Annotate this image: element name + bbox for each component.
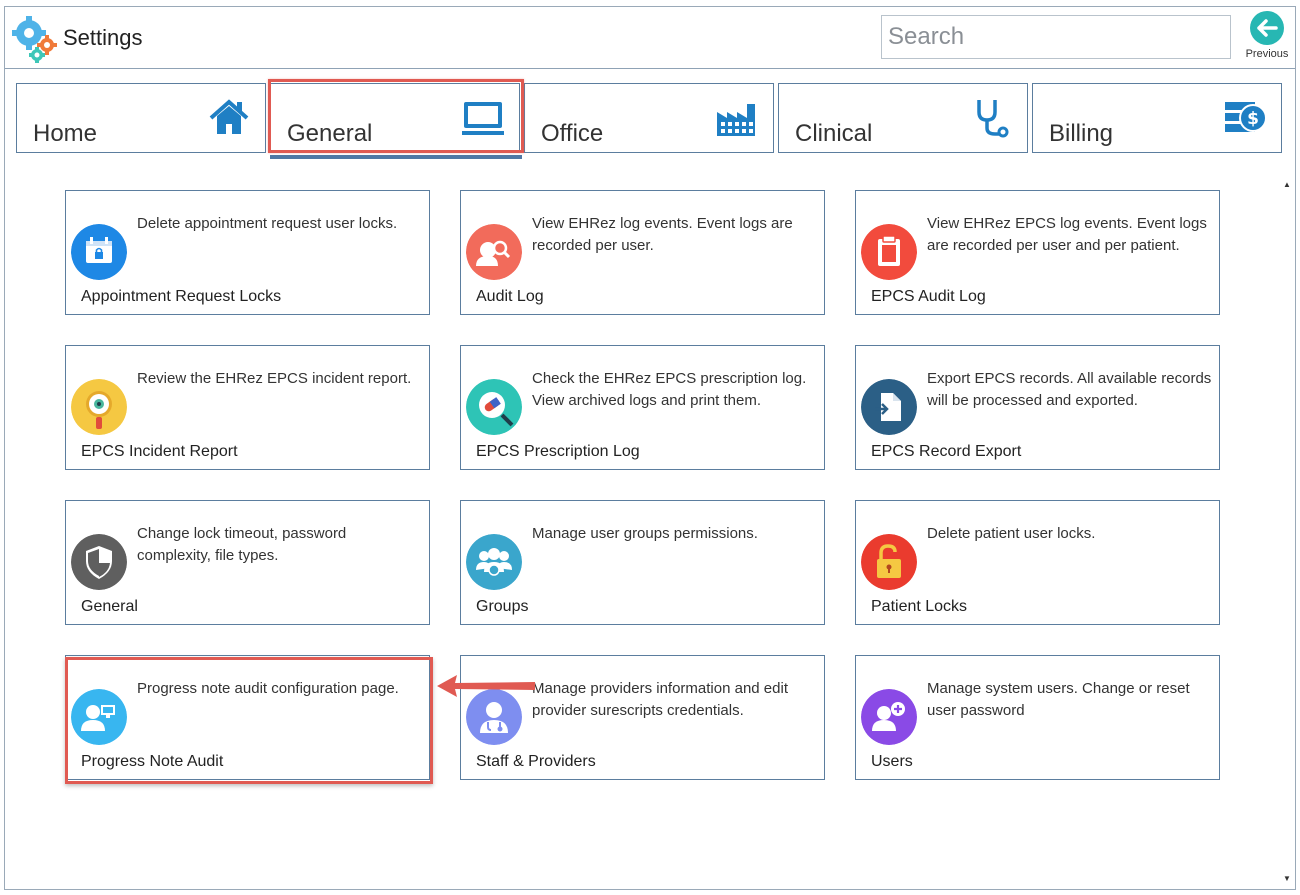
tile-epcs-incident-report[interactable]: Review the EHRez EPCS incident report. E… <box>65 345 430 470</box>
settings-window: Settings Previous Home General Offic <box>4 6 1296 890</box>
tile-title: Groups <box>476 598 529 615</box>
back-arrow-icon <box>1250 11 1284 45</box>
scroll-up-button[interactable]: ▲ <box>1281 179 1293 191</box>
tile-title: Appointment Request Locks <box>81 288 282 305</box>
tile-progress-note-audit[interactable]: Progress note audit configuration page. … <box>65 655 430 780</box>
tile-description: Check the EHRez EPCS prescription log. V… <box>532 370 807 409</box>
tab-office[interactable]: Office <box>524 83 774 153</box>
tab-home[interactable]: Home <box>16 83 266 153</box>
tile-description: View EHRez EPCS log events. Event logs a… <box>927 215 1207 254</box>
tile-description: Delete patient user locks. <box>927 525 1096 542</box>
search-input[interactable] <box>881 15 1231 59</box>
group-icon <box>466 534 522 590</box>
user-add-icon <box>861 689 917 745</box>
header-bar: Settings Previous <box>5 7 1295 69</box>
tab-billing[interactable]: Billing $ <box>1032 83 1282 153</box>
factory-icon <box>717 104 755 136</box>
tile-description: Manage providers information and edit pr… <box>532 680 788 719</box>
tile-groups[interactable]: Manage user groups permissions. Groups <box>460 500 825 625</box>
home-icon <box>209 99 249 134</box>
gears-icon <box>12 16 57 63</box>
tile-audit-log[interactable]: View EHRez log events. Event logs are re… <box>460 190 825 315</box>
stethoscope-icon <box>977 100 1009 138</box>
tile-epcs-audit-log[interactable]: View EHRez EPCS log events. Event logs a… <box>855 190 1220 315</box>
tab-label: Home <box>33 120 98 147</box>
tile-title: EPCS Incident Report <box>81 443 238 460</box>
export-document-icon <box>861 379 917 435</box>
magnifier-eye-icon <box>71 379 127 435</box>
tab-label: Office <box>541 120 604 147</box>
tile-description: Delete appointment request user locks. <box>137 215 398 232</box>
tab-label: Clinical <box>795 120 873 147</box>
tab-label: General <box>287 120 373 147</box>
tile-users[interactable]: Manage system users. Change or reset use… <box>855 655 1220 780</box>
svg-text:$: $ <box>1247 109 1259 129</box>
tile-title: EPCS Audit Log <box>871 288 986 305</box>
tile-title: Progress Note Audit <box>81 753 224 770</box>
tab-clinical[interactable]: Clinical <box>778 83 1028 153</box>
tile-description: Progress note audit configuration page. <box>137 680 399 697</box>
tile-title: General <box>81 598 138 615</box>
tile-title: Audit Log <box>476 288 544 305</box>
tab-label: Billing <box>1049 120 1114 147</box>
previous-label: Previous <box>1245 48 1289 60</box>
tile-title: Staff & Providers <box>476 753 596 770</box>
active-tab-indicator <box>270 155 522 159</box>
billing-icon: $ <box>1225 102 1267 132</box>
clipboard-icon <box>861 224 917 280</box>
tile-description: Export EPCS records. All available recor… <box>927 370 1212 409</box>
tile-epcs-record-export[interactable]: Export EPCS records. All available recor… <box>855 345 1220 470</box>
tile-patient-locks[interactable]: Delete patient user locks. Patient Locks <box>855 500 1220 625</box>
tile-epcs-prescription-log[interactable]: Check the EHRez EPCS prescription log. V… <box>460 345 825 470</box>
app-title: Settings <box>63 25 143 50</box>
pill-search-icon <box>466 379 522 435</box>
tile-title: Users <box>871 753 913 770</box>
callout-arrow-icon <box>437 675 535 697</box>
calendar-lock-icon <box>71 224 127 280</box>
tile-description: View EHRez log events. Event logs are re… <box>532 215 793 254</box>
monitor-icon <box>462 102 504 135</box>
scroll-down-button[interactable]: ▼ <box>1281 873 1293 885</box>
user-monitor-icon <box>71 689 127 745</box>
tile-description: Review the EHRez EPCS incident report. <box>137 370 412 387</box>
tile-title: Patient Locks <box>871 598 968 615</box>
user-search-icon <box>466 224 522 280</box>
shield-icon <box>71 534 127 590</box>
tile-appointment-request-locks[interactable]: Delete appointment request user locks. A… <box>65 190 430 315</box>
tile-description: Manage user groups permissions. <box>532 525 758 542</box>
tile-general[interactable]: Change lock timeout, password complexity… <box>65 500 430 625</box>
tile-title: EPCS Prescription Log <box>476 443 640 460</box>
tile-description: Manage system users. Change or reset use… <box>927 680 1190 719</box>
tab-general[interactable]: General <box>270 83 520 153</box>
tile-title: EPCS Record Export <box>871 443 1022 460</box>
previous-button[interactable]: Previous <box>1241 11 1293 65</box>
padlock-open-icon <box>861 534 917 590</box>
tile-description: Change lock timeout, password complexity… <box>137 525 347 564</box>
